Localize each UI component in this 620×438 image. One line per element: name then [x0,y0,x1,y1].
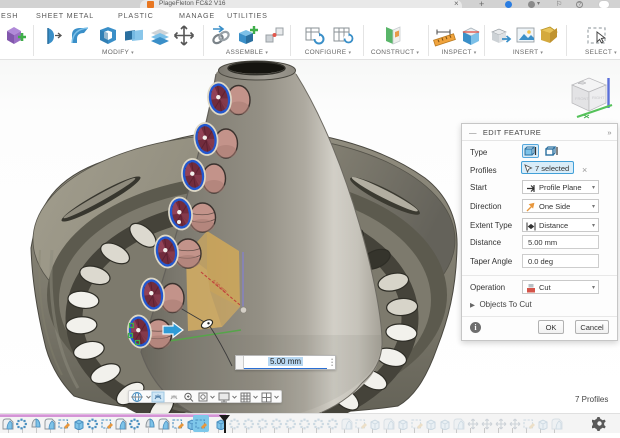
svg-text:RIGHT: RIGHT [592,95,605,100]
svg-text:FRONT: FRONT [575,96,589,101]
